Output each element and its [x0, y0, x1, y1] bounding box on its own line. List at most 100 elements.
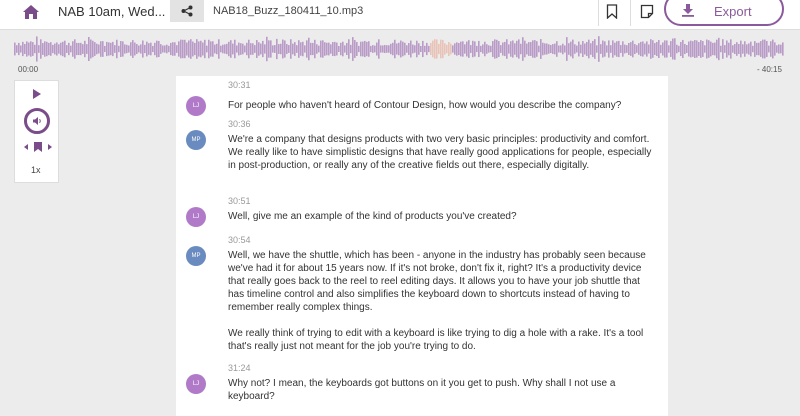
entry-text[interactable]: Well, we have the shuttle, which has bee…	[228, 249, 656, 314]
waveform-bar	[238, 42, 240, 56]
waveform-bar	[624, 44, 626, 54]
waveform-bar	[180, 39, 182, 59]
waveform-bar	[656, 41, 658, 57]
waveform-bar	[200, 40, 202, 58]
waveform-bar	[720, 45, 722, 53]
waveform-bar	[414, 45, 416, 53]
waveform-bar	[536, 41, 538, 57]
bookmark-navigation[interactable]	[23, 141, 53, 153]
waveform-bar	[156, 40, 158, 58]
entry-text[interactable]: We're a company that designs products wi…	[228, 133, 656, 172]
share-button[interactable]	[170, 0, 204, 22]
waveform-bar	[132, 40, 134, 58]
waveform-bar	[250, 43, 252, 55]
waveform-bar	[38, 45, 40, 53]
waveform-bar	[46, 41, 48, 57]
waveform-bar	[112, 41, 114, 57]
waveform-bar	[576, 45, 578, 53]
playback-time-remaining: - 40:15	[757, 65, 782, 74]
playback-speed[interactable]: 1x	[31, 165, 41, 175]
waveform-bar	[582, 41, 584, 57]
speaker-avatar[interactable]: LJ	[186, 374, 206, 394]
waveform-bar	[288, 45, 290, 53]
waveform-bar	[492, 41, 494, 57]
waveform-bar	[584, 43, 586, 55]
waveform-bar	[484, 41, 486, 57]
waveform-bar	[102, 41, 104, 57]
waveform-bar	[710, 41, 712, 57]
waveform-bar	[478, 40, 480, 58]
waveform-bar	[596, 45, 598, 53]
waveform-bar	[210, 41, 212, 57]
speaker-avatar[interactable]: LJ	[186, 207, 206, 227]
waveform-bar	[580, 44, 582, 54]
waveform-bar	[642, 41, 644, 57]
waveform-bar	[348, 39, 350, 59]
waveform-bar	[48, 42, 50, 56]
waveform-bar	[352, 37, 354, 61]
waveform-bar	[154, 42, 156, 56]
home-icon[interactable]	[22, 4, 40, 20]
waveform-bar	[130, 42, 132, 56]
entry-timestamp[interactable]: 30:31	[228, 80, 251, 90]
waveform-bar	[736, 42, 738, 56]
volume-button[interactable]	[24, 108, 50, 134]
waveform-bar	[424, 45, 426, 53]
waveform-bar	[346, 42, 348, 56]
waveform-bar	[134, 42, 136, 56]
playback-time-start: 00:00	[18, 65, 39, 74]
waveform-bar	[390, 43, 392, 55]
waveform-bar	[298, 40, 300, 58]
waveform-bar	[550, 44, 552, 54]
waveform-bar	[328, 42, 330, 56]
entry-text[interactable]: Why not? I mean, the keyboards got butto…	[228, 377, 656, 403]
recording-title[interactable]: NAB 10am, Wed...	[58, 4, 165, 19]
entry-text[interactable]: For people who haven't heard of Contour …	[228, 99, 656, 112]
waveform-bar	[96, 43, 98, 55]
note-icon[interactable]	[640, 4, 654, 19]
download-icon	[682, 4, 694, 17]
waveform-bar	[690, 40, 692, 58]
waveform-bar	[428, 45, 430, 53]
speaker-avatar[interactable]: MP	[186, 246, 206, 266]
waveform-bar	[278, 44, 280, 54]
waveform-bar	[98, 44, 100, 54]
waveform-bar	[28, 42, 30, 56]
waveform-bar	[674, 38, 676, 60]
entry-text-paragraph[interactable]: We really think of trying to edit with a…	[228, 327, 656, 353]
waveform-bar	[592, 40, 594, 58]
waveform-bar	[44, 41, 46, 57]
waveform-bar	[586, 41, 588, 57]
waveform-bar	[684, 43, 686, 55]
waveform-bar	[628, 42, 630, 56]
waveform-bar	[218, 39, 220, 59]
waveform-bar	[14, 42, 16, 56]
waveform-bar	[476, 45, 478, 53]
waveform-bar	[374, 45, 376, 53]
waveform-bar	[696, 40, 698, 58]
waveform-bar	[562, 43, 564, 55]
waveform-bar	[530, 42, 532, 56]
waveform-bar	[420, 45, 422, 53]
waveform-bar	[388, 45, 390, 53]
waveform-bar	[534, 40, 536, 58]
audio-waveform[interactable]	[14, 34, 784, 64]
entry-timestamp[interactable]: 31:24	[228, 363, 251, 373]
waveform-bar	[644, 43, 646, 55]
waveform-bar	[248, 39, 250, 59]
entry-text[interactable]: Well, give me an example of the kind of …	[228, 210, 656, 223]
bookmark-icon[interactable]	[606, 4, 618, 19]
waveform-bar	[686, 45, 688, 53]
play-icon[interactable]	[33, 89, 41, 99]
waveform-bar	[480, 45, 482, 53]
speaker-avatar[interactable]: MP	[186, 130, 206, 150]
entry-timestamp[interactable]: 30:36	[228, 119, 251, 129]
waveform-bar	[124, 44, 126, 54]
entry-timestamp[interactable]: 30:51	[228, 196, 251, 206]
waveform-bar	[398, 42, 400, 56]
export-button[interactable]: Export	[664, 0, 784, 26]
entry-timestamp[interactable]: 30:54	[228, 235, 251, 245]
waveform-bar	[652, 40, 654, 58]
waveform-bar	[376, 42, 378, 56]
speaker-avatar[interactable]: LJ	[186, 96, 206, 116]
